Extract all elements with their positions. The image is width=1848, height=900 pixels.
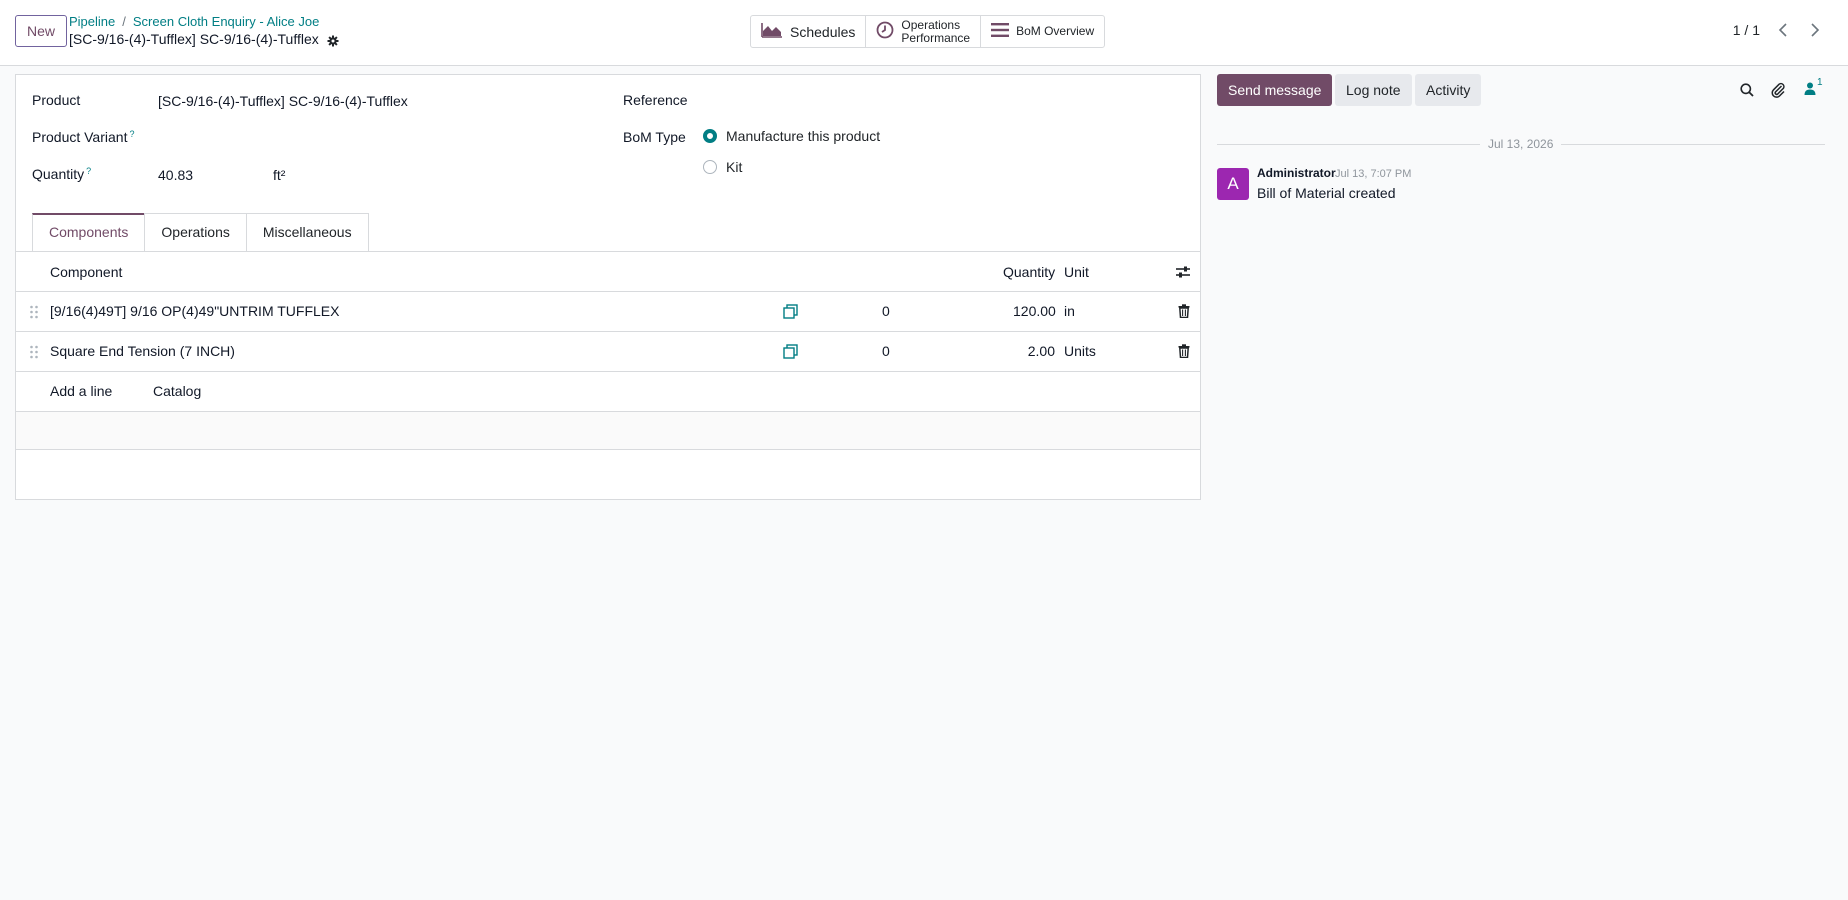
table-row[interactable]: Square End Tension (7 INCH) 0 2.00 Units <box>16 332 1200 372</box>
row-component[interactable]: Square End Tension (7 INCH) <box>50 343 235 359</box>
bom-type-option-kit[interactable]: Kit <box>703 159 742 175</box>
date-separator: Jul 13, 2026 <box>1217 136 1825 152</box>
message-body: Bill of Material created <box>1257 185 1396 201</box>
bom-overview-label: BoM Overview <box>1016 24 1095 38</box>
new-button[interactable]: New <box>15 15 68 47</box>
separator-line <box>1561 144 1825 145</box>
product-field[interactable]: [SC-9/16-(4)-Tufflex] SC-9/16-(4)-Tuffle… <box>158 93 408 109</box>
pager-value[interactable]: 1 / 1 <box>1733 22 1760 38</box>
record-title: [SC-9/16-(4)-Tufflex] SC-9/16-(4)-Tuffle… <box>69 31 339 48</box>
add-line-link[interactable]: Add a line <box>50 383 112 399</box>
followers-button[interactable]: 1 <box>1804 77 1823 98</box>
form-sheet: Product [SC-9/16-(4)-Tufflex] SC-9/16-(4… <box>15 74 1201 500</box>
pager-previous-button[interactable] <box>1768 16 1798 46</box>
breadcrumb: Pipeline / Screen Cloth Enquiry - Alice Jo… <box>69 14 319 30</box>
help-tooltip-icon[interactable]: ? <box>86 166 91 176</box>
tab-components[interactable]: Components <box>32 213 146 251</box>
product-variant-field[interactable] <box>158 125 598 149</box>
catalog-link[interactable]: Catalog <box>153 383 201 399</box>
search-icon[interactable] <box>1740 83 1754 100</box>
schedules-label: Schedules <box>790 23 856 40</box>
operations-label-line1: Operations <box>901 17 961 32</box>
table-header: Component Quantity Unit <box>16 252 1200 292</box>
record-title-text: [SC-9/16-(4)-Tufflex] SC-9/16-(4)-Tuffle… <box>69 31 319 47</box>
reference-label: Reference <box>623 92 688 108</box>
quantity-label-text: Quantity <box>32 166 85 182</box>
tab-miscellaneous[interactable]: Miscellaneous <box>245 213 369 251</box>
quantity-field[interactable]: 40.83 <box>158 167 193 183</box>
clock-icon <box>876 21 894 42</box>
log-note-button[interactable]: Log note <box>1335 74 1412 106</box>
product-variant-label-text: Product Variant <box>32 129 128 145</box>
product-label: Product <box>32 92 81 108</box>
copy-icon[interactable] <box>783 344 798 362</box>
operations-label-line2: Performance <box>901 30 971 45</box>
breadcrumb-enquiry[interactable]: Screen Cloth Enquiry - Alice Joe <box>133 14 319 29</box>
bom-type-option-manufacture[interactable]: Manufacture this product <box>703 128 880 144</box>
list-icon <box>991 22 1010 41</box>
avatar[interactable]: A <box>1217 168 1249 200</box>
radio-unselected-icon <box>703 160 717 174</box>
chevron-left-icon <box>1778 22 1788 40</box>
send-message-button[interactable]: Send message <box>1217 74 1333 106</box>
separator-line <box>1217 144 1480 145</box>
settings-sliders-icon[interactable] <box>1175 265 1191 282</box>
breadcrumb-pipeline[interactable]: Pipeline <box>69 14 115 29</box>
trash-icon[interactable] <box>1178 304 1190 321</box>
column-header-component[interactable]: Component <box>50 264 122 280</box>
area-chart-icon <box>761 22 783 41</box>
product-variant-label: Product Variant? <box>32 129 134 145</box>
paperclip-icon[interactable] <box>1771 82 1786 101</box>
schedules-button[interactable]: Schedules <box>751 16 867 47</box>
pager-next-button[interactable] <box>1800 16 1830 46</box>
quantity-uom-field[interactable]: ft² <box>273 167 285 183</box>
row-quantity[interactable]: 2.00 <box>1013 343 1055 359</box>
bom-type-option-label: Kit <box>726 159 743 175</box>
drag-handle-icon[interactable] <box>29 305 39 319</box>
quantity-label: Quantity? <box>32 166 91 182</box>
column-header-unit[interactable]: Unit <box>1064 264 1089 280</box>
radio-selected-icon <box>703 129 717 143</box>
control-panel: New Pipeline / Screen Cloth Enquiry - Alic… <box>0 0 1848 66</box>
table-row[interactable]: [9/16(4)49T] 9/16 OP(4)49"UNTRIM TUFFLEX… <box>16 292 1200 332</box>
gear-icon[interactable] <box>327 34 339 46</box>
add-line-row: Add a line Catalog <box>16 372 1200 412</box>
row-unit[interactable]: Units <box>1064 343 1096 359</box>
row-quantity[interactable]: 120.00 <box>1013 303 1056 319</box>
breadcrumb-separator: / <box>122 14 126 29</box>
help-tooltip-icon[interactable]: ? <box>129 129 134 139</box>
trash-icon[interactable] <box>1178 344 1190 361</box>
row-component[interactable]: [9/16(4)49T] 9/16 OP(4)49"UNTRIM TUFFLEX <box>50 303 339 319</box>
bom-type-option-label: Manufacture this product <box>726 128 881 144</box>
column-header-quantity[interactable]: Quantity <box>1003 264 1055 280</box>
row-count: 0 <box>882 303 890 319</box>
row-unit[interactable]: in <box>1064 303 1075 319</box>
activity-button[interactable]: Activity <box>1415 74 1482 106</box>
operations-performance-button[interactable]: Operations Performance <box>866 16 982 47</box>
drag-handle-icon[interactable] <box>29 345 39 359</box>
message-timestamp: Jul 13, 7:07 PM <box>1335 168 1412 180</box>
row-count: 0 <box>882 343 890 359</box>
chevron-right-icon <box>1810 22 1820 40</box>
smart-buttons: Schedules Operations Performance BoM Ove… <box>750 15 1106 48</box>
message-author[interactable]: Administrator <box>1257 166 1336 180</box>
reference-field[interactable] <box>723 87 1183 111</box>
copy-icon[interactable] <box>783 304 798 322</box>
notebook-tabs: Components Operations Miscellaneous <box>32 213 369 251</box>
date-separator-text: Jul 13, 2026 <box>1488 137 1554 151</box>
followers-count: 1 <box>1817 77 1823 88</box>
tab-operations[interactable]: Operations <box>144 213 247 251</box>
user-icon <box>1804 82 1816 98</box>
bom-overview-button[interactable]: BoM Overview <box>981 16 1104 47</box>
table-footer <box>16 412 1200 450</box>
bom-type-label: BoM Type <box>623 129 686 145</box>
